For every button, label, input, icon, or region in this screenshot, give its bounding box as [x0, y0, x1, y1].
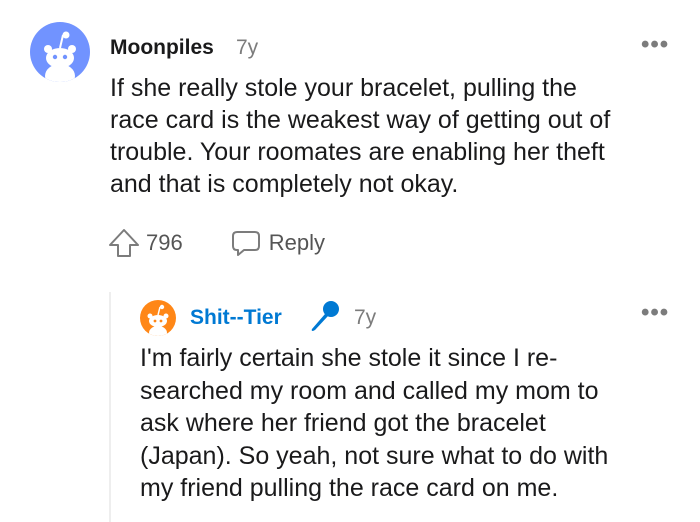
comment-body: I'm fairly certain she stole it since I … [140, 344, 609, 502]
comment-username[interactable]: Shit--Tier [190, 306, 282, 330]
microphone-icon [311, 301, 339, 331]
avatar[interactable] [30, 22, 90, 82]
comment-username[interactable]: Moonpiles [110, 36, 214, 60]
thread-line[interactable] [109, 292, 111, 522]
snoo-icon [147, 304, 169, 336]
upvote-count: 796 [146, 230, 183, 255]
comment-body: If she really stole your bracelet, pulli… [110, 74, 611, 198]
comment-actions: 796 Reply [108, 228, 325, 258]
more-options-icon[interactable]: ••• [641, 33, 669, 57]
comment-age: 7y [354, 306, 377, 329]
more-options-icon[interactable]: ••• [641, 301, 669, 325]
upvote-arrow-icon[interactable] [108, 228, 140, 258]
avatar[interactable] [140, 300, 176, 336]
comment-age: 7y [236, 36, 259, 59]
reply-label: Reply [268, 230, 325, 255]
speech-bubble-icon [231, 231, 260, 256]
reply-button[interactable]: Reply [231, 229, 325, 257]
snoo-icon [44, 31, 76, 82]
